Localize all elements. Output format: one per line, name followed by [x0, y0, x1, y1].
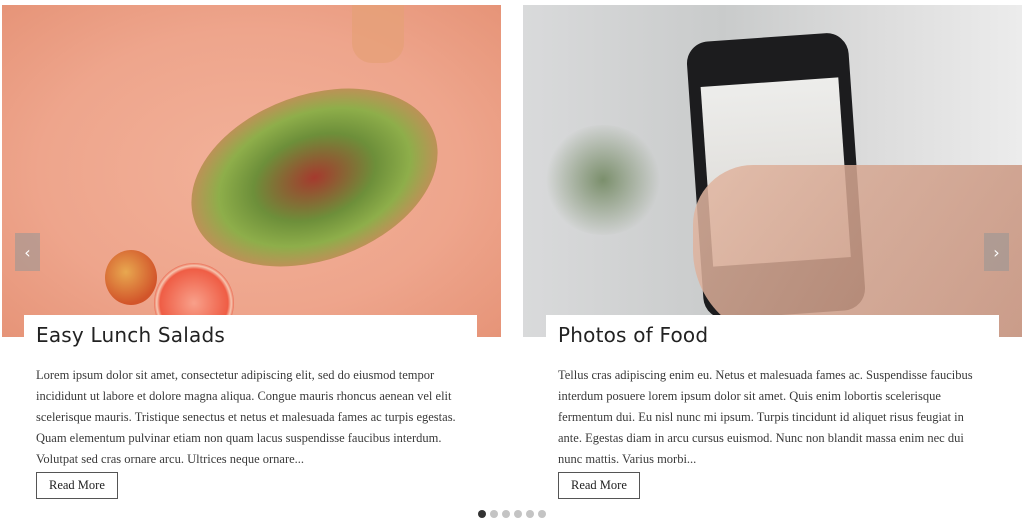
chevron-left-icon[interactable]: ‹	[15, 233, 40, 271]
glass	[352, 5, 404, 63]
pagination-dot-4[interactable]	[514, 510, 522, 518]
read-more-button[interactable]: Read More	[558, 472, 640, 499]
chevron-right-icon[interactable]: ›	[984, 233, 1009, 271]
pagination-dot-1[interactable]	[478, 510, 486, 518]
slide-photos-of-food: Photos of Food Tellus cras adipiscing en…	[523, 5, 1022, 515]
read-more-button[interactable]: Read More	[36, 472, 118, 499]
pagination-dot-5[interactable]	[526, 510, 534, 518]
salad-platter	[166, 56, 463, 299]
pagination-dot-3[interactable]	[502, 510, 510, 518]
tomato	[105, 250, 157, 305]
slide-easy-lunch-salads: Easy Lunch Salads Lorem ipsum dolor sit …	[2, 5, 501, 515]
slide-excerpt: Lorem ipsum dolor sit amet, consectetur …	[36, 368, 456, 466]
phone-photo-image[interactable]	[523, 5, 1022, 337]
plant-blur	[543, 125, 663, 235]
slide-excerpt: Tellus cras adipiscing enim eu. Netus et…	[558, 368, 973, 466]
pagination-dot-2[interactable]	[490, 510, 498, 518]
pagination-dot-6[interactable]	[538, 510, 546, 518]
slide-content: Easy Lunch Salads Lorem ipsum dolor sit …	[24, 315, 477, 515]
hand	[693, 165, 1022, 337]
salad-image[interactable]	[2, 5, 501, 337]
slide-content: Photos of Food Tellus cras adipiscing en…	[546, 315, 999, 515]
slide-title[interactable]: Easy Lunch Salads	[36, 323, 465, 347]
pagination-dots	[478, 510, 546, 518]
slide-title[interactable]: Photos of Food	[558, 323, 987, 347]
